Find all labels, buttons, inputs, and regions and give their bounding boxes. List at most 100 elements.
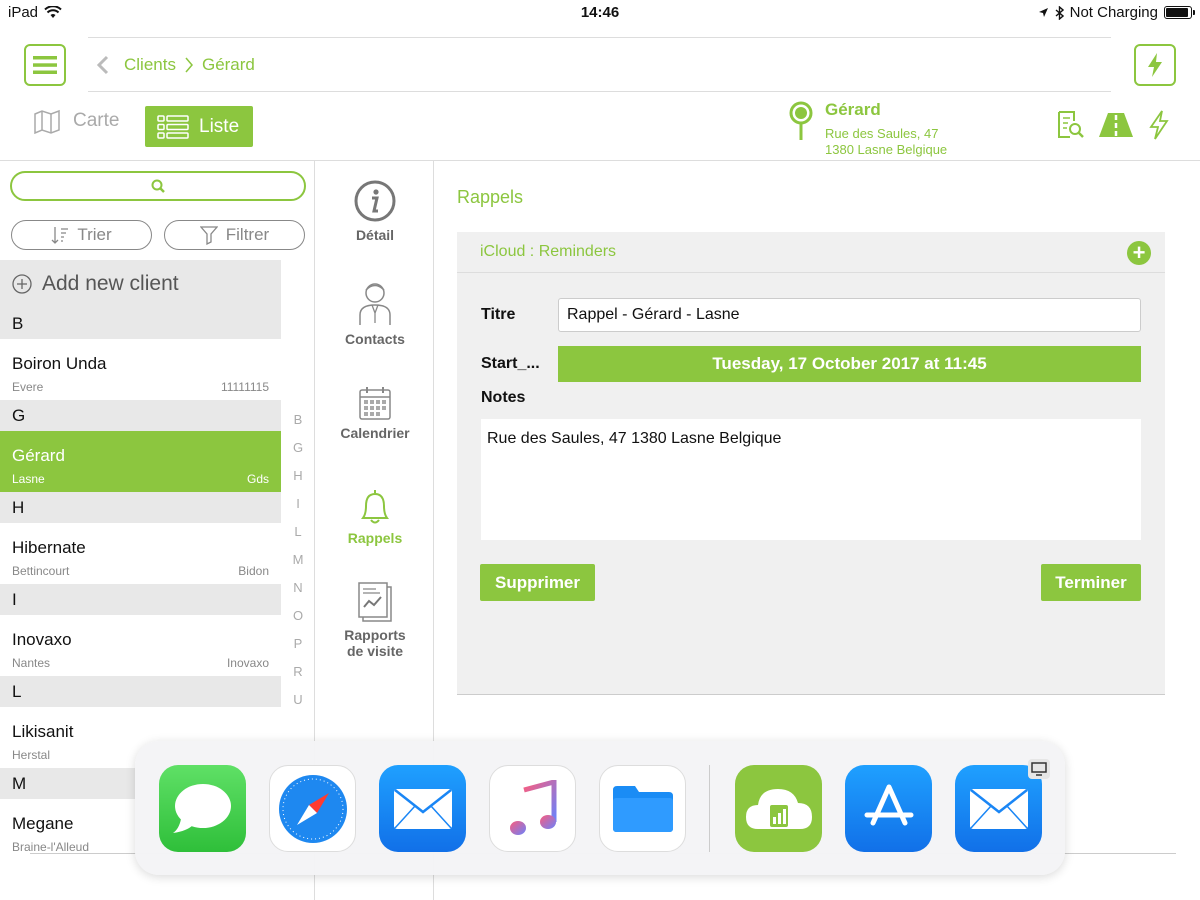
chevron-right-icon [185,57,193,72]
add-client-label: Add new client [42,272,179,295]
client-city: Herstal [12,748,51,762]
sort-button[interactable]: Trier [11,220,152,250]
report-icon [358,582,392,622]
bell-icon [361,490,389,524]
header-actions [1056,110,1170,140]
quick-action-button[interactable] [1134,44,1176,86]
list-icon [157,114,189,139]
sales-app-icon[interactable] [735,765,822,852]
location-icon [1038,8,1048,17]
list-view-label: Liste [199,115,240,137]
lightning-outline-icon[interactable] [1148,110,1170,140]
index-letter[interactable]: N [284,574,312,602]
tab-label: Détail [355,227,395,243]
search-icon [151,179,165,193]
tab-detail[interactable]: Détail [316,179,434,243]
selected-client-address: Gérard Rue des Saules, 47 1380 Lasne Bel… [825,100,947,158]
filter-label: Filtrer [225,225,270,244]
client-name: Gérard [12,446,65,465]
map-view-toggle[interactable]: Carte [33,108,119,134]
add-client-button[interactable]: Add new client [0,260,281,308]
index-letter[interactable]: I [284,490,312,518]
done-button[interactable]: Terminer [1041,564,1141,601]
sort-icon [51,227,69,244]
plus-icon: + [1132,240,1146,265]
menu-button[interactable] [24,44,66,86]
music-app-icon[interactable] [489,765,576,852]
location-pin-icon [789,101,813,140]
client-row[interactable]: Boiron Unda Evere 11111115 [0,339,281,400]
tab-label: Calendrier [340,425,410,441]
notes-field[interactable]: Rue des Saules, 47 1380 Lasne Belgique [481,419,1141,540]
section-index[interactable]: B G H I L M N O P R U [284,406,312,714]
status-bar: iPad 14:46 Not Charging [0,0,1200,24]
document-search-icon[interactable] [1056,110,1084,140]
client-city: Lasne [12,472,45,486]
client-name: Boiron Unda [12,354,107,373]
title-label: Titre [481,306,516,323]
index-letter[interactable]: B [284,406,312,434]
section-header: B [0,308,281,339]
search-input[interactable] [10,171,306,201]
charging-status: Not Charging [1069,4,1158,21]
index-letter[interactable]: G [284,434,312,462]
index-letter[interactable]: M [284,546,312,574]
start-date-button[interactable]: Tuesday, 17 October 2017 at 11:45 [558,346,1141,382]
reminder-card: iCloud : Reminders + Titre Rappel - Géra… [457,232,1165,695]
tab-visit-reports[interactable]: Rapports de visite [316,581,434,659]
client-city: Braine-l'Alleud [12,840,89,854]
map-icon [34,109,60,134]
title-field[interactable]: Rappel - Gérard - Lasne [558,298,1141,332]
selected-client-name: Gérard [825,100,881,119]
breadcrumb-current[interactable]: Gérard [202,55,255,75]
client-row-selected[interactable]: Gérard Lasne Gds [0,431,281,492]
client-city: Nantes [12,656,51,670]
map-view-label: Carte [73,110,120,131]
safari-app-icon[interactable] [269,765,356,852]
messages-app-icon[interactable] [159,765,246,852]
index-letter[interactable]: P [284,630,312,658]
tab-label: Rapports de visite [344,627,406,659]
client-name: Likisanit [12,722,74,741]
app-store-icon[interactable] [845,765,932,852]
mail-app-icon[interactable] [379,765,466,852]
bluetooth-icon [1055,5,1064,20]
add-reminder-button[interactable]: + [1127,241,1151,265]
client-name: Hibernate [12,538,86,557]
index-letter[interactable]: U [284,686,312,714]
index-letter[interactable]: H [284,462,312,490]
breadcrumb-clients[interactable]: Clients [124,55,176,75]
calendar-icon [359,387,391,420]
client-code: Gds [246,472,269,486]
tab-label: Contacts [345,331,405,347]
client-row[interactable]: Inovaxo Nantes Inovaxo [0,615,281,676]
tab-contacts[interactable]: Contacts [316,279,434,347]
person-icon [359,283,391,325]
section-header: G [0,400,281,431]
road-icon[interactable] [1098,112,1134,138]
filter-button[interactable]: Filtrer [164,220,305,250]
section-header: I [0,584,281,615]
reminder-source-header: iCloud : Reminders + [457,232,1165,273]
list-view-toggle[interactable]: Liste [145,106,253,147]
tab-calendar[interactable]: Calendrier [316,385,434,441]
files-app-icon[interactable] [599,765,686,852]
index-letter[interactable]: L [284,518,312,546]
client-city: Bettincourt [12,564,70,578]
info-icon [354,180,396,222]
plus-circle-icon [12,274,32,294]
section-header: H [0,492,281,523]
section-header: L [0,676,281,707]
section-title: Rappels [457,187,524,207]
client-row[interactable]: Hibernate Bettincourt Bidon [0,523,281,584]
back-chevron-icon[interactable] [96,55,110,75]
client-city: Evere [12,380,44,394]
index-letter[interactable]: R [284,658,312,686]
delete-button[interactable]: Supprimer [480,564,595,601]
client-code: Inovaxo [226,656,269,670]
sort-label: Trier [77,225,112,244]
tab-reminders[interactable]: Rappels [316,488,434,546]
reminder-source: iCloud : Reminders [480,243,617,260]
index-letter[interactable]: O [284,602,312,630]
hamburger-icon [33,56,57,74]
